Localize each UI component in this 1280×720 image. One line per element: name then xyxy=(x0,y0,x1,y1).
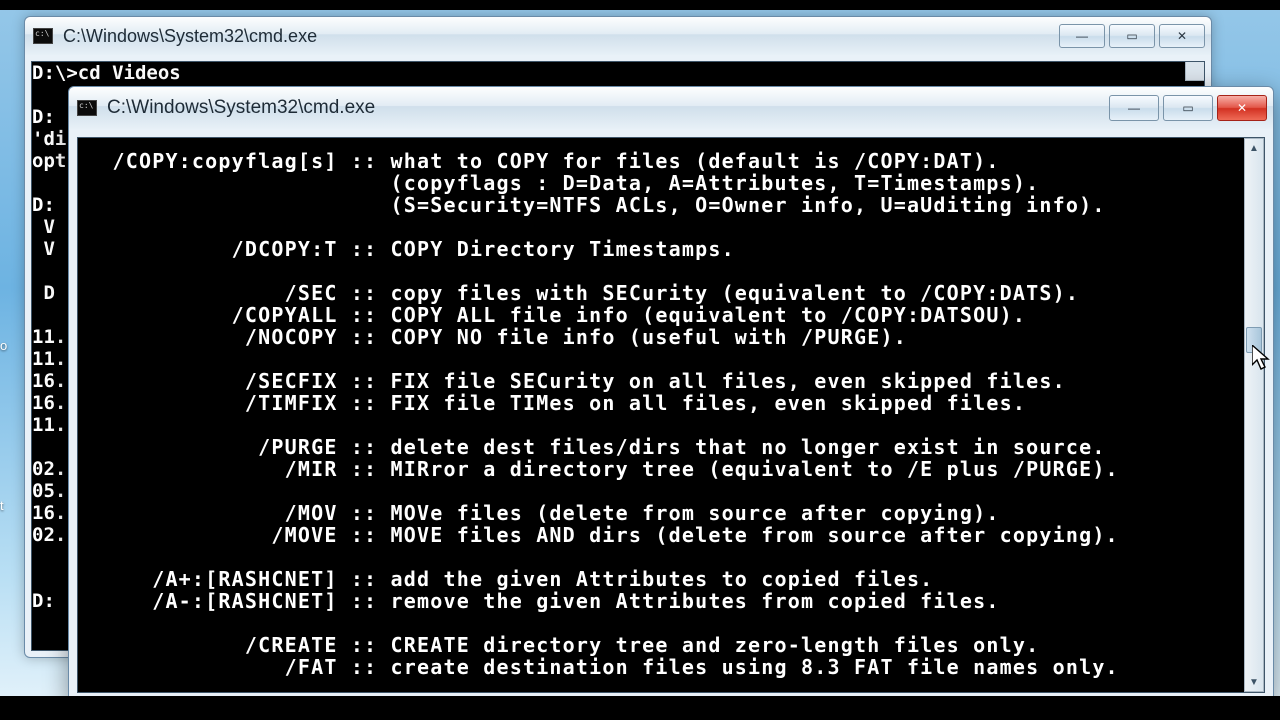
window-title-back: C:\Windows\System32\cmd.exe xyxy=(63,26,1059,47)
mouse-cursor-icon xyxy=(1252,345,1272,373)
titlebar-back[interactable]: C:\Windows\System32\cmd.exe — ▭ ✕ xyxy=(25,17,1211,55)
cmd-icon xyxy=(77,100,97,116)
titlebar-front[interactable]: C:\Windows\System32\cmd.exe — ▭ ✕ xyxy=(69,87,1273,129)
minimize-icon: — xyxy=(1128,101,1140,115)
vertical-scrollbar[interactable]: ▲ ▼ xyxy=(1244,138,1264,692)
scrollbar-track[interactable] xyxy=(1245,157,1263,673)
maximize-button[interactable]: ▭ xyxy=(1109,24,1155,48)
scroll-down-arrow-icon[interactable]: ▼ xyxy=(1245,673,1263,691)
letterbox-bottom xyxy=(0,696,1280,720)
close-button[interactable]: ✕ xyxy=(1217,95,1267,121)
scroll-up-arrow-icon[interactable]: ▲ xyxy=(1245,139,1263,157)
window-title-front: C:\Windows\System32\cmd.exe xyxy=(107,97,1109,119)
minimize-button[interactable]: — xyxy=(1059,24,1105,48)
cmd-icon xyxy=(33,28,53,44)
close-icon: ✕ xyxy=(1237,101,1247,115)
letterbox-top xyxy=(0,0,1280,10)
desktop-background: o t C:\Windows\System32\cmd.exe — ▭ ✕ D:… xyxy=(0,0,1280,720)
cmd-window-front: C:\Windows\System32\cmd.exe — ▭ ✕ /COPY:… xyxy=(68,86,1274,702)
window-controls-front: — ▭ ✕ xyxy=(1109,95,1267,121)
scrollbar-corner[interactable] xyxy=(1185,62,1204,81)
minimize-button[interactable]: — xyxy=(1109,95,1159,121)
maximize-icon: ▭ xyxy=(1126,29,1137,43)
maximize-icon: ▭ xyxy=(1182,101,1193,115)
minimize-icon: — xyxy=(1076,29,1088,43)
maximize-button[interactable]: ▭ xyxy=(1163,95,1213,121)
desktop-icon-fragment: o xyxy=(0,338,7,353)
desktop-icon-fragment: t xyxy=(0,498,4,513)
close-icon: ✕ xyxy=(1177,29,1187,43)
close-button[interactable]: ✕ xyxy=(1159,24,1205,48)
window-controls-back: — ▭ ✕ xyxy=(1059,24,1205,48)
console-output-front[interactable]: /COPY:copyflag[s] :: what to COPY for fi… xyxy=(77,137,1265,693)
